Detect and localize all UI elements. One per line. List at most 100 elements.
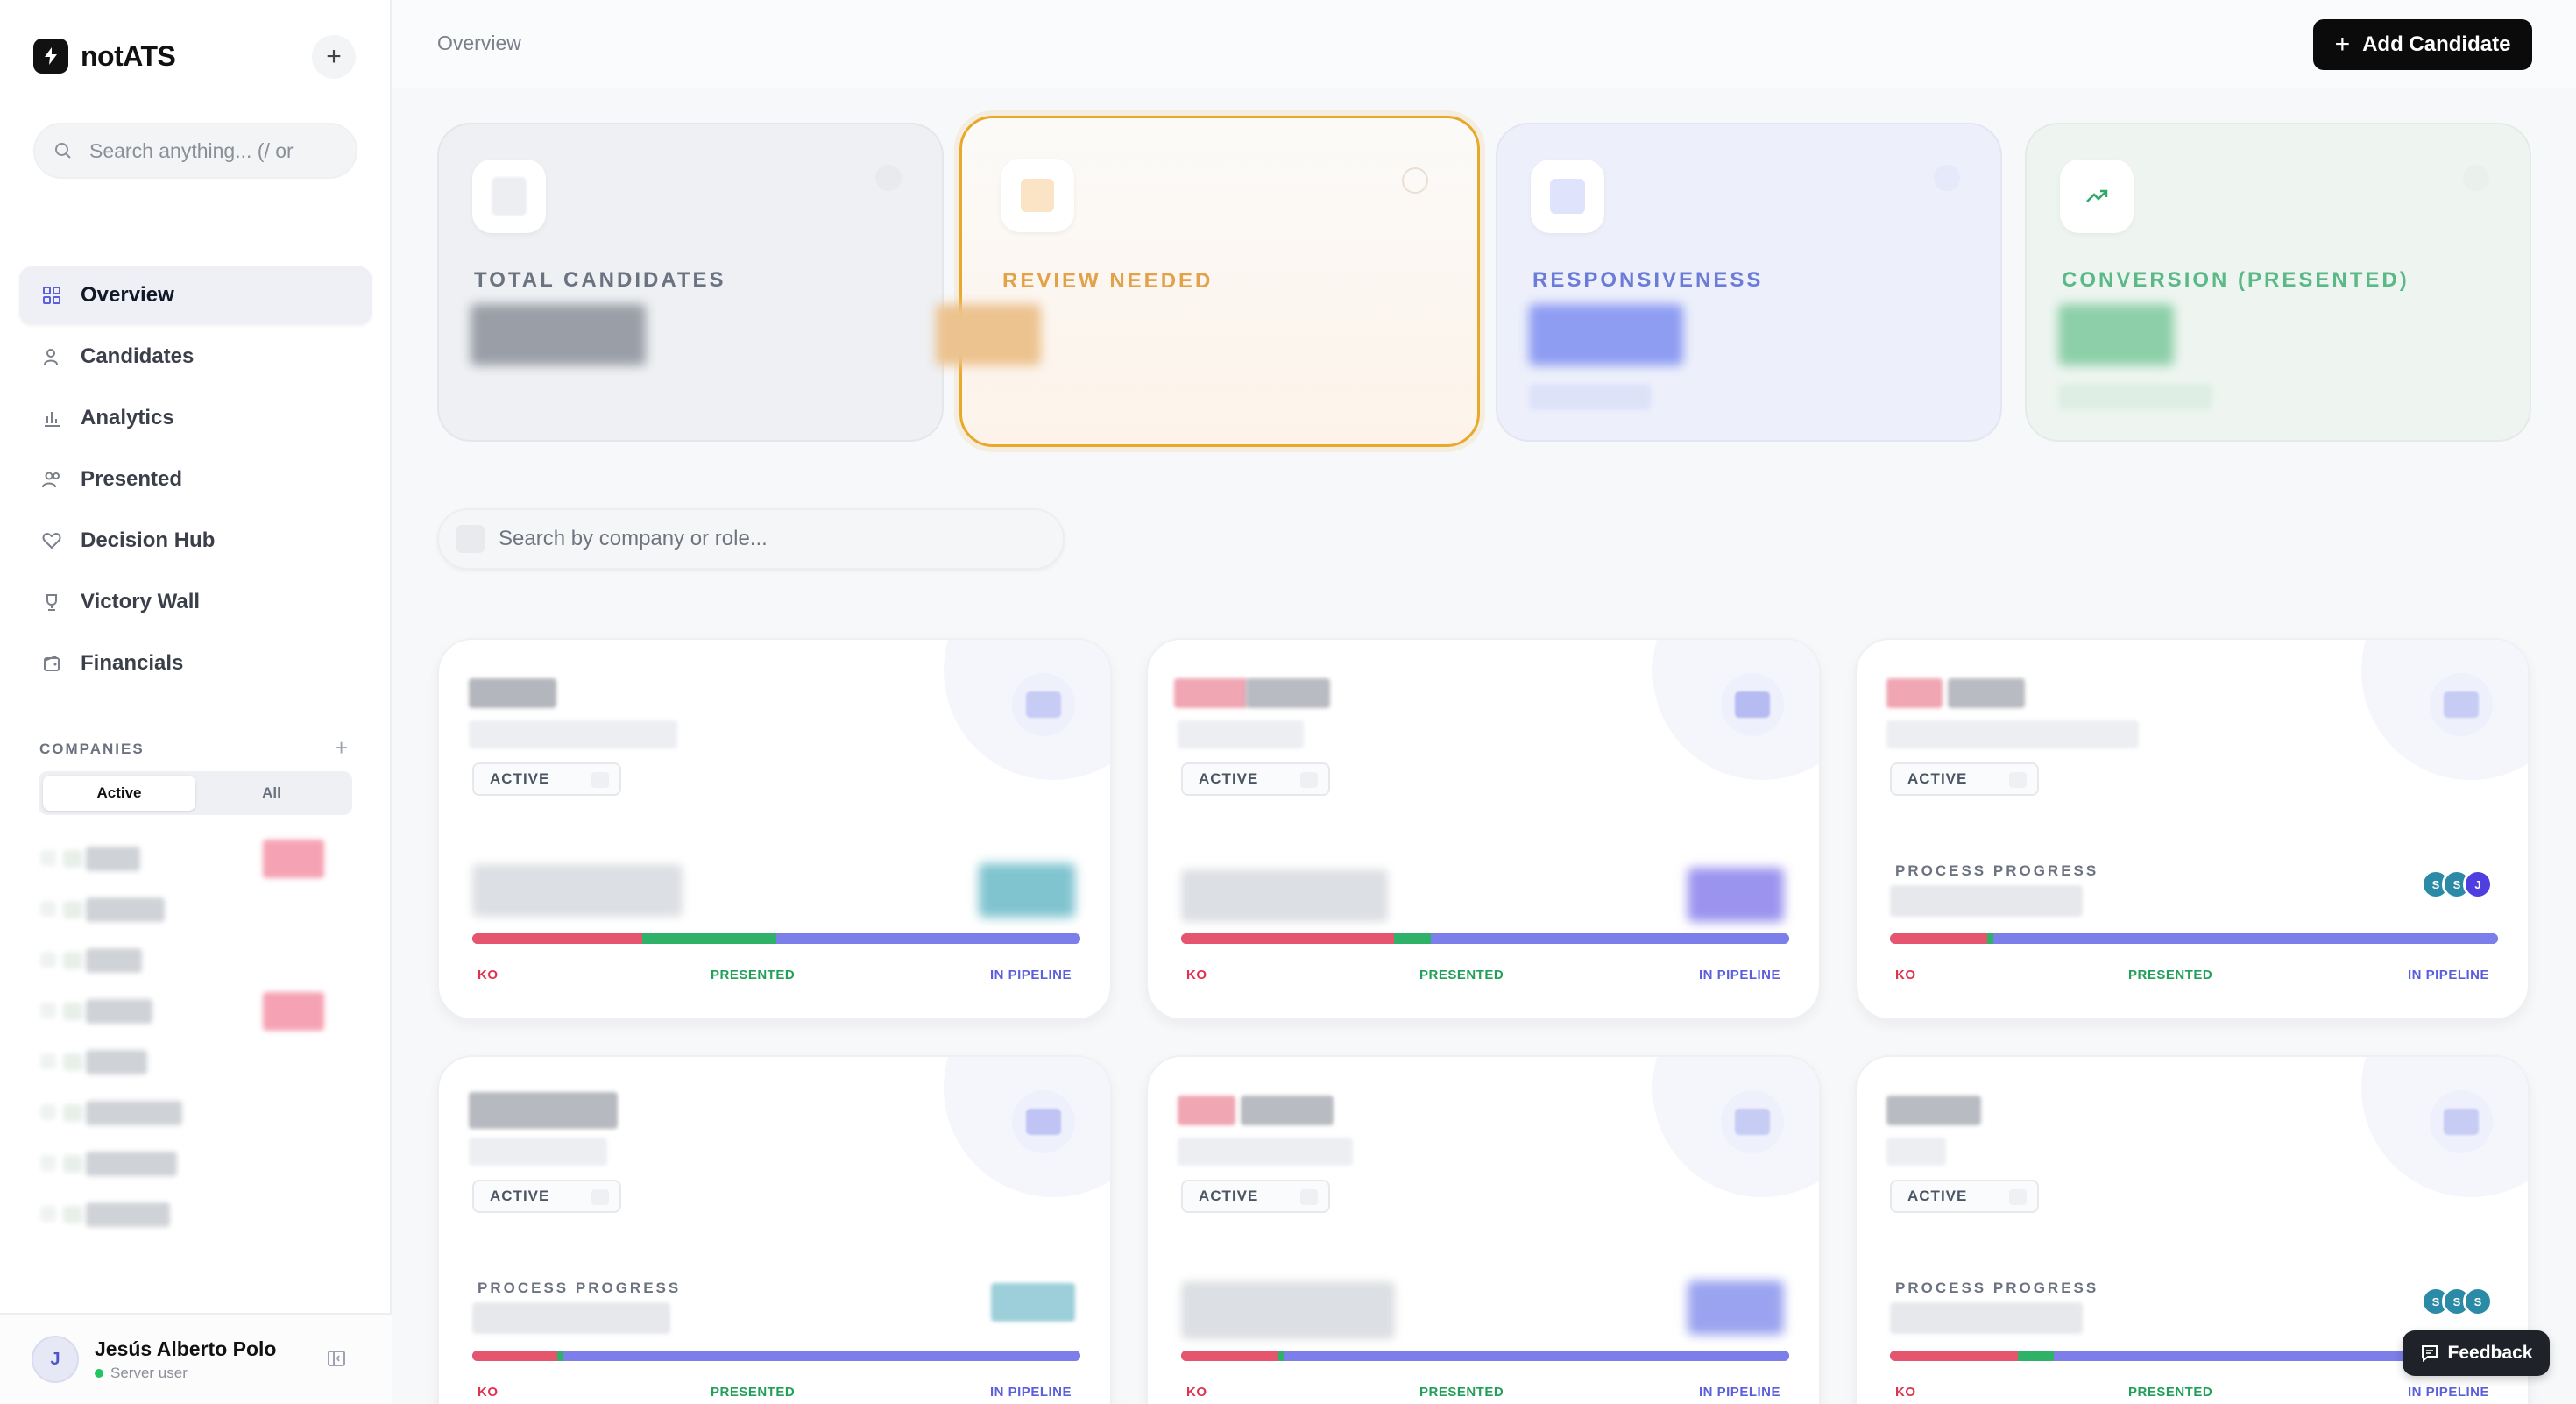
nav-item-financials[interactable]: Financials [19, 635, 372, 692]
company-list-item[interactable] [40, 1145, 356, 1195]
building-icon [2430, 1090, 2493, 1153]
user-icon [40, 345, 63, 368]
ko-segment [1181, 933, 1394, 944]
status-badge: ACTIVE [1890, 762, 2039, 796]
pipeline-progress-bar [1890, 933, 2498, 944]
pipeline-segment [1284, 1351, 1789, 1361]
presented-segment [1987, 933, 1993, 944]
company-metric-blob [1688, 1280, 1784, 1335]
company-name [469, 678, 556, 708]
add-company-button[interactable]: + [335, 734, 348, 762]
building-icon [1012, 1090, 1075, 1153]
company-card[interactable]: ACTIVE PROCESS PROGRESS KO PRESENTED IN … [437, 1055, 1112, 1404]
status-icon [1300, 772, 1318, 788]
company-name [1174, 678, 1248, 708]
avatar: S [2463, 1287, 2493, 1316]
nav-item-victory-wall[interactable]: Victory Wall [19, 573, 372, 631]
legend-in-pipeline: IN PIPELINE [2407, 968, 2489, 982]
new-item-button[interactable]: + [312, 35, 356, 79]
building-icon [2430, 673, 2493, 736]
company-list-item[interactable] [40, 1195, 356, 1246]
process-progress-value [1890, 1302, 2083, 1334]
status-icon [591, 772, 609, 788]
document-icon [472, 160, 546, 233]
user-name: Jesús Alberto Polo [95, 1337, 277, 1360]
stat-card-responsiveness[interactable]: RESPONSIVENESS [1496, 123, 2002, 442]
company-name [1178, 1096, 1235, 1125]
avatar-stack: S S J [2421, 869, 2493, 899]
status-badge: ACTIVE [472, 1180, 621, 1213]
companies-heading: COMPANIES [39, 741, 145, 757]
company-search-input[interactable]: Search by company or role... [437, 508, 1065, 570]
company-list-item[interactable] [40, 1094, 356, 1145]
company-role [469, 1138, 607, 1166]
add-candidate-button[interactable]: + Add Candidate [2313, 19, 2532, 70]
legend-presented: PRESENTED [1419, 968, 1504, 982]
legend-presented: PRESENTED [2128, 1385, 2213, 1400]
stat-value [1529, 304, 1683, 365]
nav-label: Candidates [81, 344, 195, 368]
user-profile[interactable]: J Jesús Alberto Polo Server user [0, 1313, 392, 1404]
global-search-input[interactable]: Search anything... (/ or [33, 123, 357, 179]
filter-all-tab[interactable]: All [195, 776, 348, 811]
presented-segment [642, 933, 776, 944]
nav-label: Overview [81, 283, 174, 307]
stat-label: CONVERSION (PRESENTED) [2062, 268, 2410, 292]
collapse-sidebar-icon[interactable] [326, 1348, 347, 1373]
nav-item-decision-hub[interactable]: Decision Hub [19, 512, 372, 570]
status-icon [2009, 1189, 2027, 1205]
feedback-button[interactable]: Feedback [2403, 1330, 2550, 1376]
avatar-stack: S S S [2421, 1287, 2493, 1316]
user-role-label: Server user [110, 1364, 188, 1381]
nav-item-candidates[interactable]: Candidates [19, 328, 372, 386]
company-card[interactable]: ACTIVE KO PRESENTED IN PIPELINE [437, 638, 1112, 1020]
candidate-count [1181, 1281, 1395, 1339]
legend-ko: KO [1895, 968, 1916, 982]
company-list-item[interactable] [40, 941, 356, 992]
main-nav: Overview Candidates Analytics Presented … [19, 266, 372, 696]
company-list-item[interactable] [40, 992, 356, 1043]
status-label: ACTIVE [1907, 770, 1968, 787]
company-list [40, 840, 356, 1246]
stat-card-review-needed[interactable]: REVIEW NEEDED [936, 116, 1480, 447]
company-card[interactable]: ACTIVE PROCESS PROGRESS S S J KO PRESENT… [1855, 638, 2530, 1020]
users-icon [40, 468, 63, 491]
trend-icon [2463, 165, 2489, 191]
nav-item-overview[interactable]: Overview [19, 266, 372, 324]
bar-chart-icon [40, 407, 63, 429]
brand[interactable]: notATS [33, 39, 176, 74]
stat-subtext [1529, 384, 1652, 410]
ko-segment [472, 933, 643, 944]
company-filter-toggle: Active All [39, 771, 352, 815]
legend-ko: KO [1895, 1385, 1916, 1400]
legend-in-pipeline: IN PIPELINE [1698, 1385, 1780, 1400]
bolt-logo-icon [33, 39, 68, 74]
stat-card-total-candidates[interactable]: TOTAL CANDIDATES [437, 123, 944, 442]
stat-label: RESPONSIVENESS [1532, 268, 1764, 292]
filter-active-tab[interactable]: Active [43, 776, 195, 811]
company-list-item[interactable] [40, 840, 356, 890]
stat-subtext [2058, 384, 2212, 410]
legend-in-pipeline: IN PIPELINE [989, 1385, 1072, 1400]
process-progress-label: PROCESS PROGRESS [1895, 1280, 2099, 1296]
company-card[interactable]: ACTIVE KO PRESENTED IN PIPELINE [1146, 638, 1821, 1020]
brand-name: notATS [81, 39, 176, 72]
legend-in-pipeline: IN PIPELINE [2407, 1385, 2489, 1400]
company-role [1178, 1138, 1353, 1166]
sidebar: notATS + Search anything... (/ or Overvi… [0, 0, 392, 1404]
chat-icon [2421, 1345, 2438, 1363]
process-progress-value [472, 1302, 670, 1334]
pipeline-segment [775, 933, 1080, 944]
company-list-item[interactable] [40, 890, 356, 941]
stat-card-conversion[interactable]: CONVERSION (PRESENTED) [2025, 123, 2531, 442]
company-metric-blob [991, 1283, 1075, 1322]
nav-item-analytics[interactable]: Analytics [19, 389, 372, 447]
company-card[interactable]: ACTIVE KO PRESENTED IN PIPELINE [1146, 1055, 1821, 1404]
company-list-item[interactable] [40, 1043, 356, 1094]
company-name-suffix [1241, 1096, 1334, 1125]
legend-in-pipeline: IN PIPELINE [1698, 968, 1780, 982]
presented-segment [2017, 1351, 2055, 1361]
nav-item-presented[interactable]: Presented [19, 450, 372, 508]
process-progress-label: PROCESS PROGRESS [478, 1280, 682, 1296]
company-name-suffix [1246, 678, 1330, 708]
